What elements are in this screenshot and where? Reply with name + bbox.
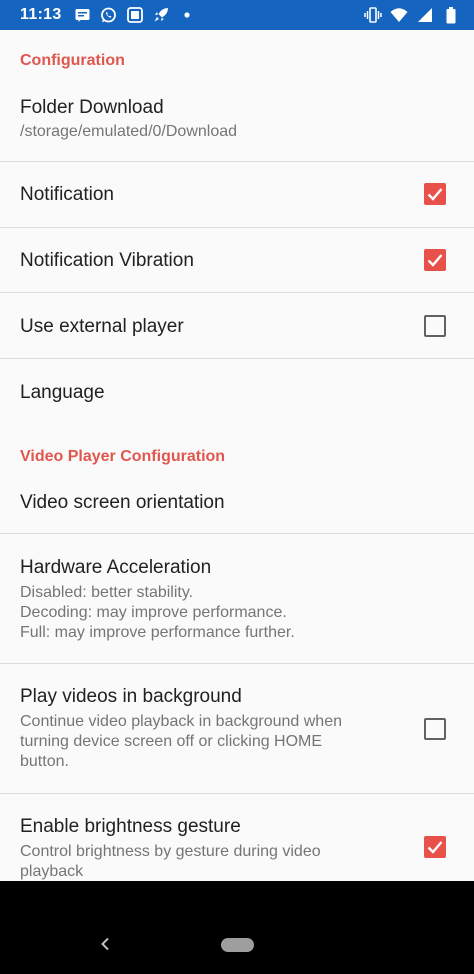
pref-use-external-player[interactable]: Use external player — [0, 293, 474, 358]
play-in-background-checkbox[interactable] — [424, 718, 446, 740]
brightness-gesture-checkbox[interactable] — [424, 836, 446, 858]
rocket-icon — [152, 6, 170, 24]
pref-hardware-acceleration-summary-3: Full: may improve performance further. — [20, 624, 295, 641]
battery-icon — [442, 6, 460, 24]
pref-play-in-background-summary-1: Continue video playback in background wh… — [20, 713, 342, 730]
status-system-icons — [364, 6, 460, 24]
message-icon — [74, 6, 92, 24]
category-video-player: Video Player Configuration — [20, 448, 226, 465]
pref-notification-title: Notification — [20, 184, 114, 205]
pref-language-title: Language — [20, 382, 105, 403]
home-pill-icon[interactable] — [221, 938, 254, 952]
category-configuration: Configuration — [20, 52, 125, 69]
pref-use-external-player-title: Use external player — [20, 316, 184, 337]
pref-brightness-gesture-summary-2: playback — [20, 863, 84, 880]
pref-folder-download-title: Folder Download — [20, 97, 164, 118]
pref-hardware-acceleration-summary-1: Disabled: better stability. — [20, 584, 194, 601]
status-time: 11:13 — [20, 6, 62, 23]
notification-checkbox[interactable] — [424, 183, 446, 205]
notification-vibration-checkbox[interactable] — [424, 249, 446, 271]
pref-play-in-background-title: Play videos in background — [20, 686, 242, 707]
status-bar: 11:13 — [0, 0, 474, 30]
pref-video-screen-orientation[interactable]: Video screen orientation — [0, 474, 474, 533]
whatsapp-icon — [100, 6, 118, 24]
pref-brightness-gesture-title: Enable brightness gesture — [20, 816, 241, 837]
pref-folder-download-summary: /storage/emulated/0/Download — [20, 123, 238, 140]
screenshot-icon — [126, 6, 144, 24]
pref-language[interactable]: Language — [0, 359, 474, 429]
dot-icon — [178, 6, 196, 24]
navigation-bar — [0, 881, 474, 974]
pref-play-in-background-summary-3: button. — [20, 753, 69, 770]
pref-play-in-background-summary-2: turning device screen off or clicking HO… — [20, 733, 323, 750]
pref-folder-download[interactable]: Folder Download /storage/emulated/0/Down… — [0, 82, 474, 161]
vibrate-icon — [364, 6, 382, 24]
pref-notification-vibration-title: Notification Vibration — [20, 250, 194, 271]
pref-hardware-acceleration-title: Hardware Acceleration — [20, 557, 212, 578]
pref-brightness-gesture-summary-1: Control brightness by gesture during vid… — [20, 843, 321, 860]
pref-brightness-gesture[interactable]: Enable brightness gesture Control bright… — [0, 794, 474, 881]
use-external-player-checkbox[interactable] — [424, 315, 446, 337]
pref-hardware-acceleration-summary-2: Decoding: may improve performance. — [20, 604, 287, 621]
pref-play-in-background[interactable]: Play videos in background Continue video… — [0, 664, 474, 793]
signal-icon — [416, 6, 434, 24]
settings-list[interactable]: Configuration Folder Download /storage/e… — [0, 30, 474, 881]
status-notification-icons — [74, 6, 196, 24]
pref-notification-vibration[interactable]: Notification Vibration — [0, 228, 474, 292]
pref-video-screen-orientation-title: Video screen orientation — [20, 492, 225, 513]
back-icon[interactable] — [96, 933, 114, 955]
wifi-icon — [390, 6, 408, 24]
pref-notification[interactable]: Notification — [0, 162, 474, 227]
pref-hardware-acceleration[interactable]: Hardware Acceleration Disabled: better s… — [0, 534, 474, 663]
